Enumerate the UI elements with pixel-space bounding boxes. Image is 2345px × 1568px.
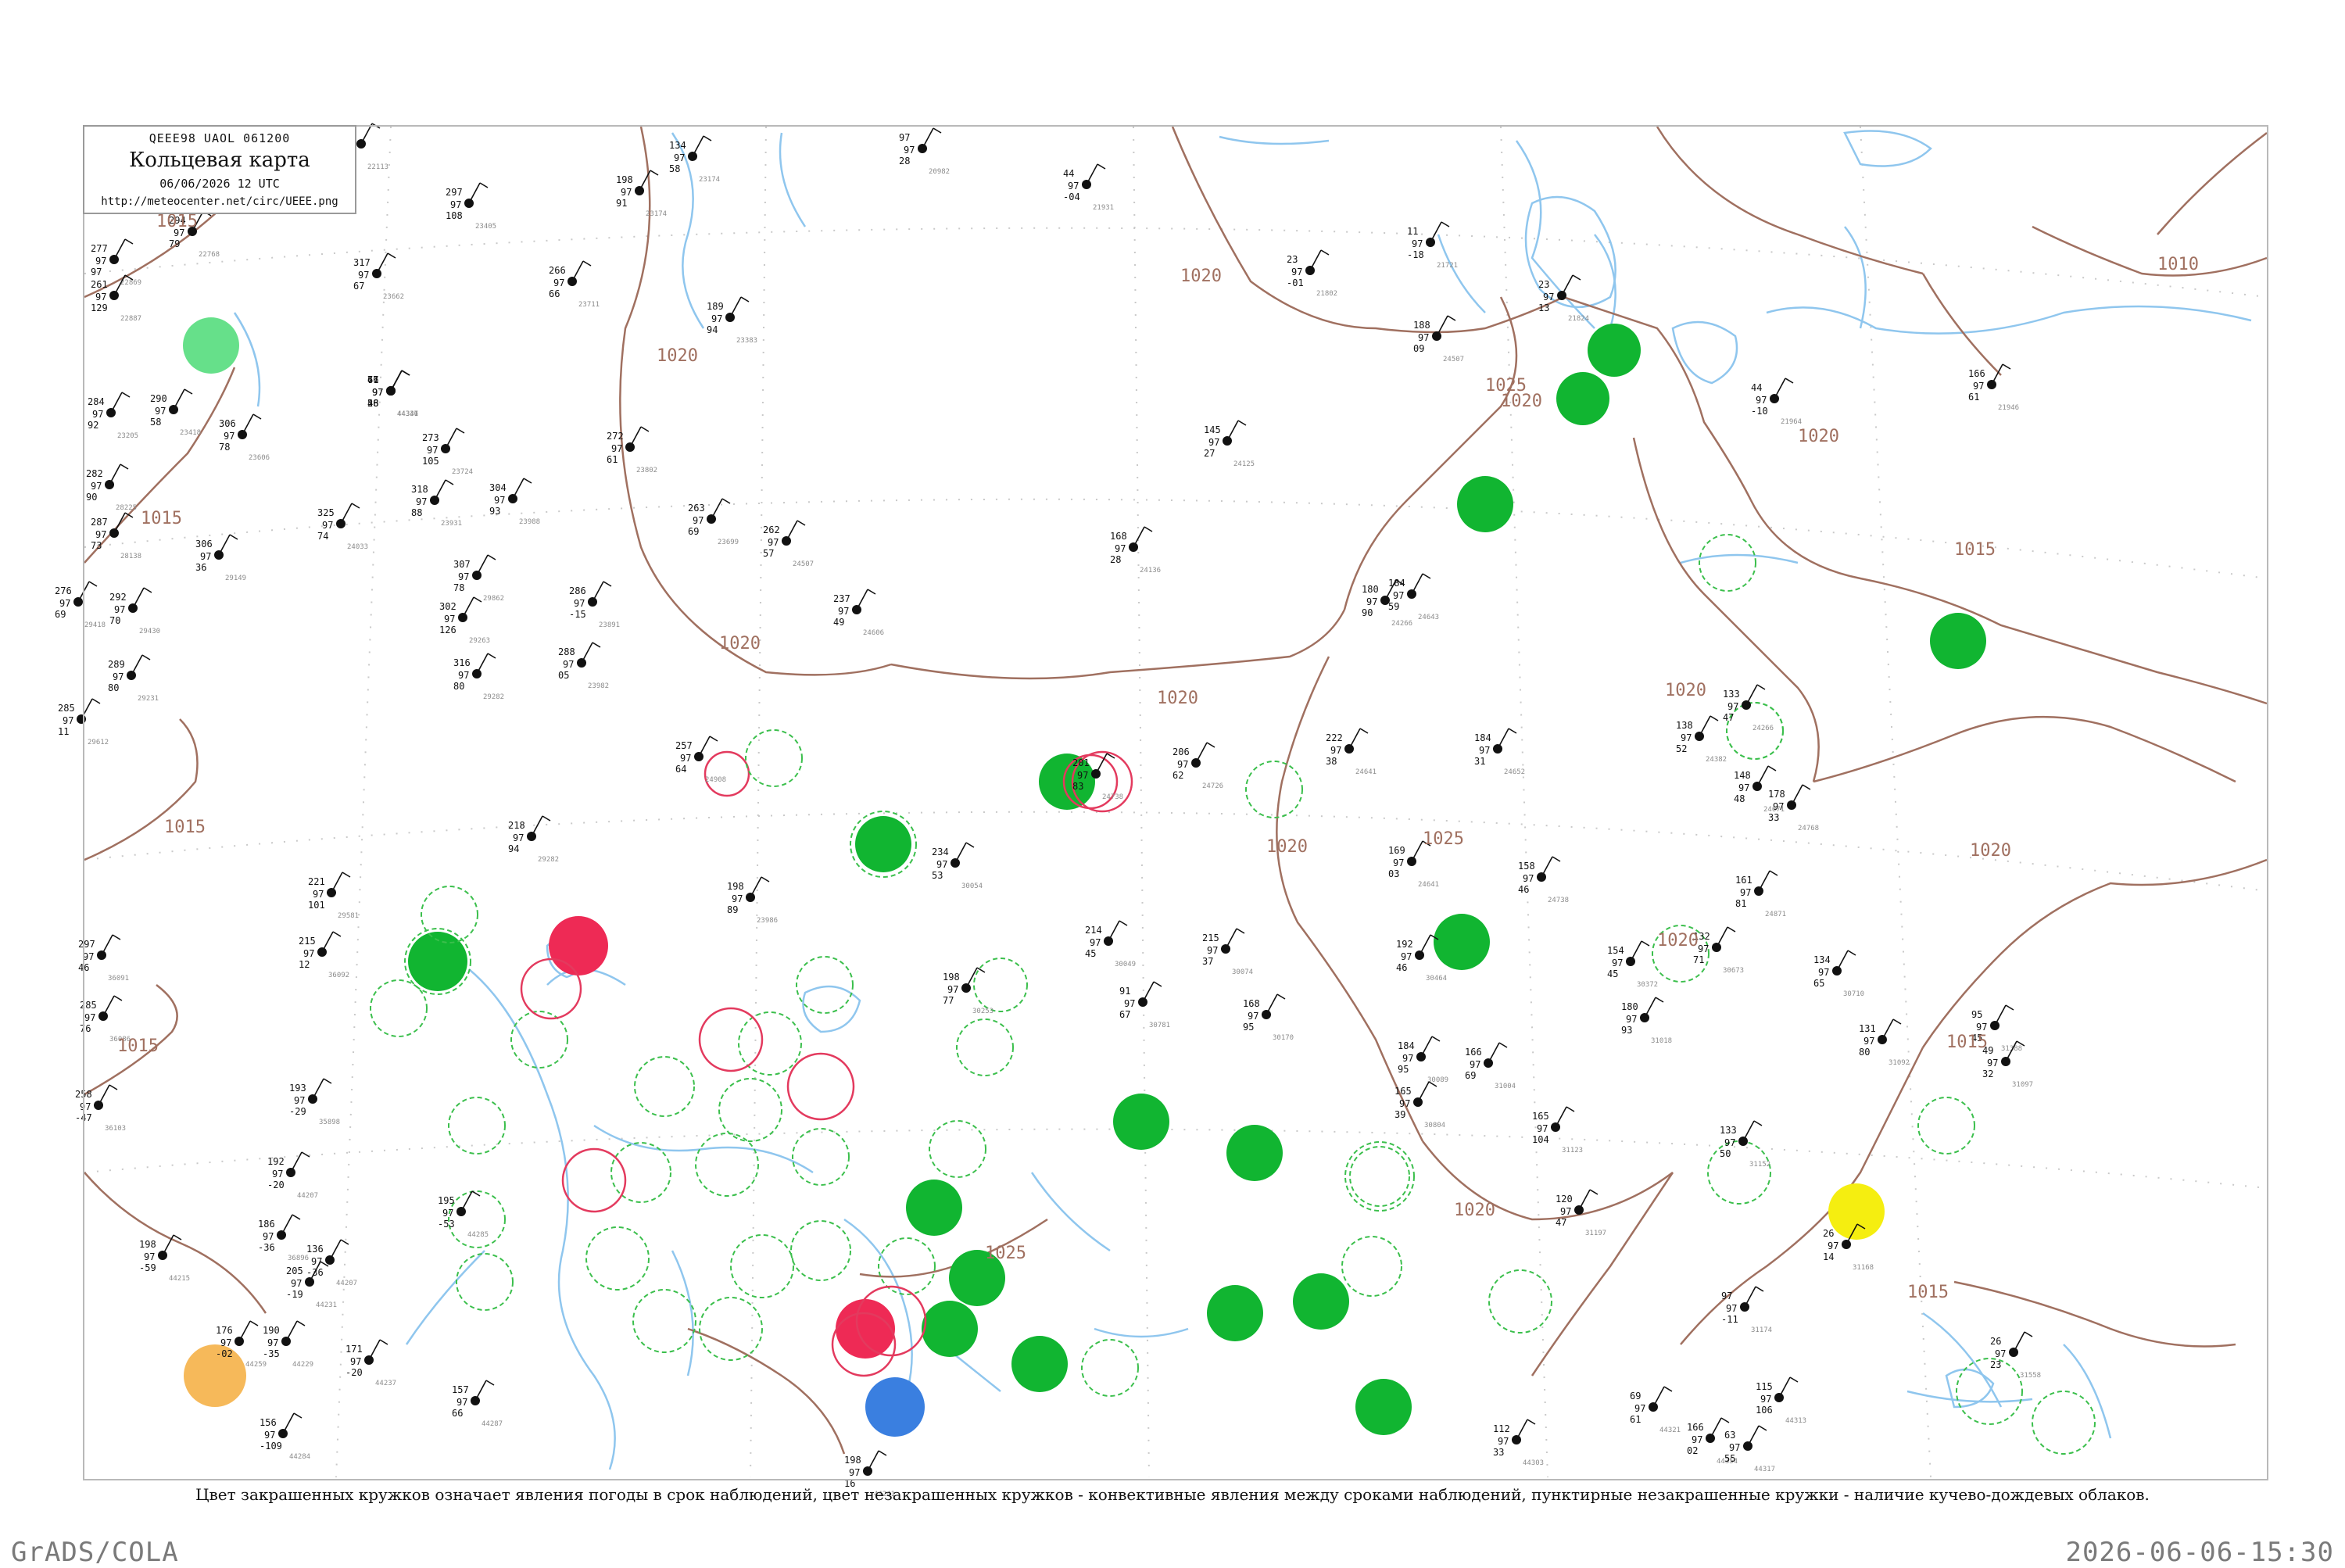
map-source-url: http://meteocenter.net/circ/UEEE.png	[101, 195, 338, 208]
map-title-box: QEEE98 UAOL 061200 Кольцевая карта 06/06…	[83, 125, 356, 214]
map-title: Кольцевая карта	[129, 149, 310, 172]
map-frame	[83, 125, 2268, 1480]
software-credit: GrADS/COLA	[11, 1537, 179, 1568]
station-dewpoint: 69	[55, 609, 66, 620]
station-visibility: 97	[59, 598, 70, 609]
legend-caption: Цвет закрашенных кружков означает явлени…	[195, 1485, 2150, 1504]
map-datetime: 06/06/2026 12 UTC	[159, 177, 280, 191]
station-temperature: 285	[58, 703, 75, 714]
station-temperature: 276	[55, 585, 72, 596]
bulletin-codes: QEEE98 UAOL 061200	[149, 131, 291, 145]
station-dewpoint: 11	[58, 726, 69, 737]
render-timestamp: 2026-06-06-15:30	[2065, 1537, 2334, 1568]
station-visibility: 97	[63, 715, 73, 726]
